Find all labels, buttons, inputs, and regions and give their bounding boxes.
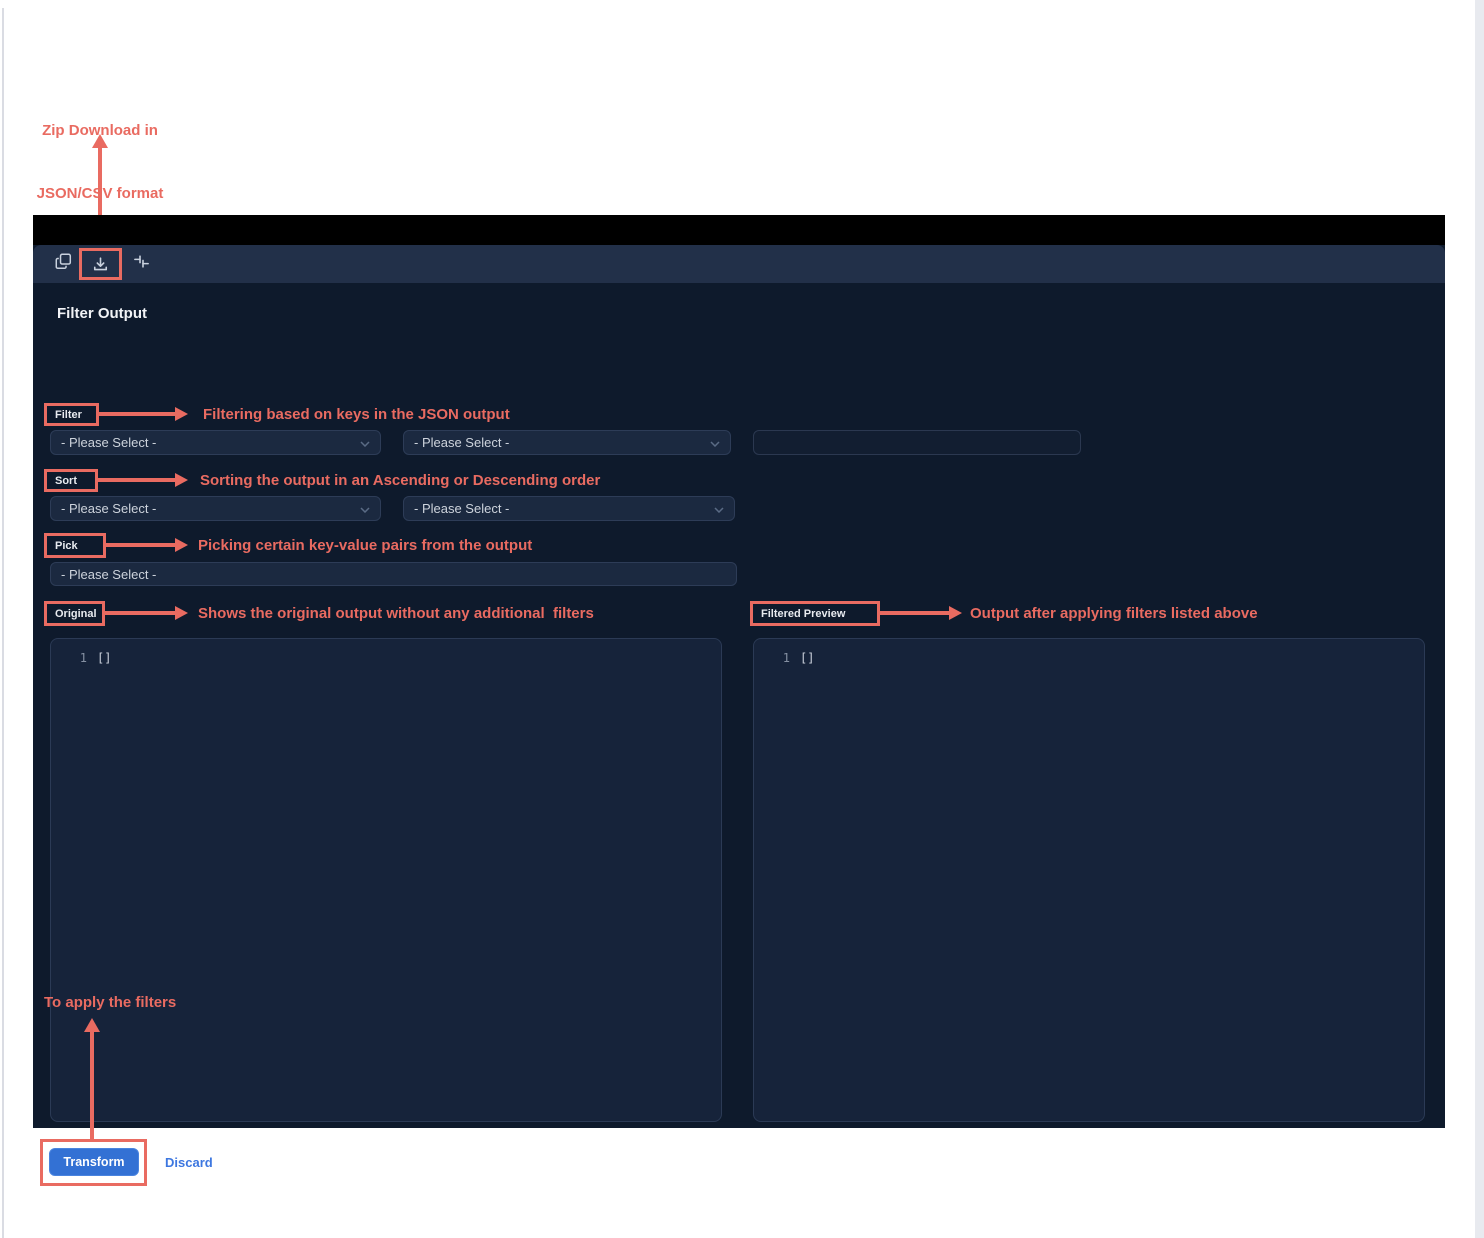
code-line: 1 [] <box>51 639 721 665</box>
annotation-box-filter: Filter <box>44 403 99 426</box>
filter-label: Filter <box>55 409 82 421</box>
arrowhead-right <box>175 407 188 421</box>
sort-order-select[interactable]: - Please Select - <box>403 496 735 521</box>
window-titlebar <box>33 215 1445 245</box>
annotation-box-sort: Sort <box>44 469 98 492</box>
original-code-editor[interactable]: 1 [] <box>50 638 722 1122</box>
arrow-line <box>99 412 175 416</box>
transform-button[interactable]: Transform <box>49 1148 139 1176</box>
copy-icon <box>55 253 72 275</box>
arrowhead-up <box>92 134 108 148</box>
select-value: - Please Select - <box>61 567 156 582</box>
annotation-arrow-apply <box>84 1018 100 1139</box>
code-text: [] <box>87 651 111 665</box>
annotation-sort: Sorting the output in an Ascending or De… <box>200 469 600 492</box>
filter-operator-select[interactable]: - Please Select - <box>403 430 731 455</box>
arrow-line <box>106 543 175 547</box>
arrowhead-up <box>84 1018 100 1032</box>
arrow-line <box>98 478 175 482</box>
annotation-filtered-preview: Output after applying filters listed abo… <box>970 601 1258 626</box>
chevron-down-icon <box>360 501 370 516</box>
code-text: [] <box>790 651 814 665</box>
annotation-arrow-filtered-preview <box>880 606 962 620</box>
annotation-arrow-filter <box>99 407 188 421</box>
download-icon <box>92 256 109 278</box>
arrow-line <box>90 1032 94 1139</box>
copy-button[interactable] <box>51 245 75 283</box>
sort-label: Sort <box>55 475 77 487</box>
arrowhead-right <box>175 606 188 620</box>
app-window: Filter Output Filter Filtering based on … <box>33 215 1445 1128</box>
annotation-pick: Picking certain key-value pairs from the… <box>198 533 532 558</box>
page-title: Filter Output <box>57 305 147 322</box>
discard-link[interactable]: Discard <box>165 1148 213 1176</box>
annotation-filter: Filtering based on keys in the JSON outp… <box>203 403 510 426</box>
arrowhead-right <box>949 606 962 620</box>
scrollbar-track[interactable] <box>1475 0 1484 1238</box>
arrow-line <box>880 611 949 615</box>
annotation-apply: To apply the filters <box>44 994 176 1011</box>
filter-output-panel: Filter Output Filter Filtering based on … <box>33 283 1445 1128</box>
original-label: Original <box>55 608 97 620</box>
pick-label: Pick <box>55 540 78 552</box>
annotation-arrow-pick <box>106 538 188 552</box>
collapse-button[interactable] <box>129 245 153 283</box>
code-line: 1 [] <box>754 639 1424 665</box>
select-value: - Please Select - <box>414 501 509 516</box>
download-button[interactable] <box>88 248 112 286</box>
chevron-down-icon <box>710 435 720 450</box>
chevron-down-icon <box>714 501 724 516</box>
arrow-line <box>105 611 175 615</box>
pick-keys-select[interactable]: - Please Select - <box>50 562 737 586</box>
arrowhead-right <box>175 473 188 487</box>
annotation-box-pick: Pick <box>44 533 106 558</box>
arrowhead-right <box>175 538 188 552</box>
select-value: - Please Select - <box>61 435 156 450</box>
annotation-box-filtered-preview: Filtered Preview <box>750 601 880 626</box>
annotation-arrow-original <box>105 606 188 620</box>
collapse-icon <box>133 253 150 275</box>
filter-key-select[interactable]: - Please Select - <box>50 430 381 455</box>
line-number: 1 <box>51 651 87 665</box>
filtered-preview-label: Filtered Preview <box>761 608 845 620</box>
page-left-border <box>2 8 4 1238</box>
filter-value-input[interactable] <box>753 430 1081 455</box>
annotation-box-original: Original <box>44 601 105 626</box>
toolbar <box>33 245 1445 283</box>
annotation-box-download <box>79 248 122 280</box>
filtered-preview-code-editor[interactable]: 1 [] <box>753 638 1425 1122</box>
select-value: - Please Select - <box>414 435 509 450</box>
select-value: - Please Select - <box>61 501 156 516</box>
line-number: 1 <box>754 651 790 665</box>
sort-key-select[interactable]: - Please Select - <box>50 496 381 521</box>
annotation-original: Shows the original output without any ad… <box>198 601 594 626</box>
chevron-down-icon <box>360 435 370 450</box>
annotation-arrow-sort <box>98 473 188 487</box>
